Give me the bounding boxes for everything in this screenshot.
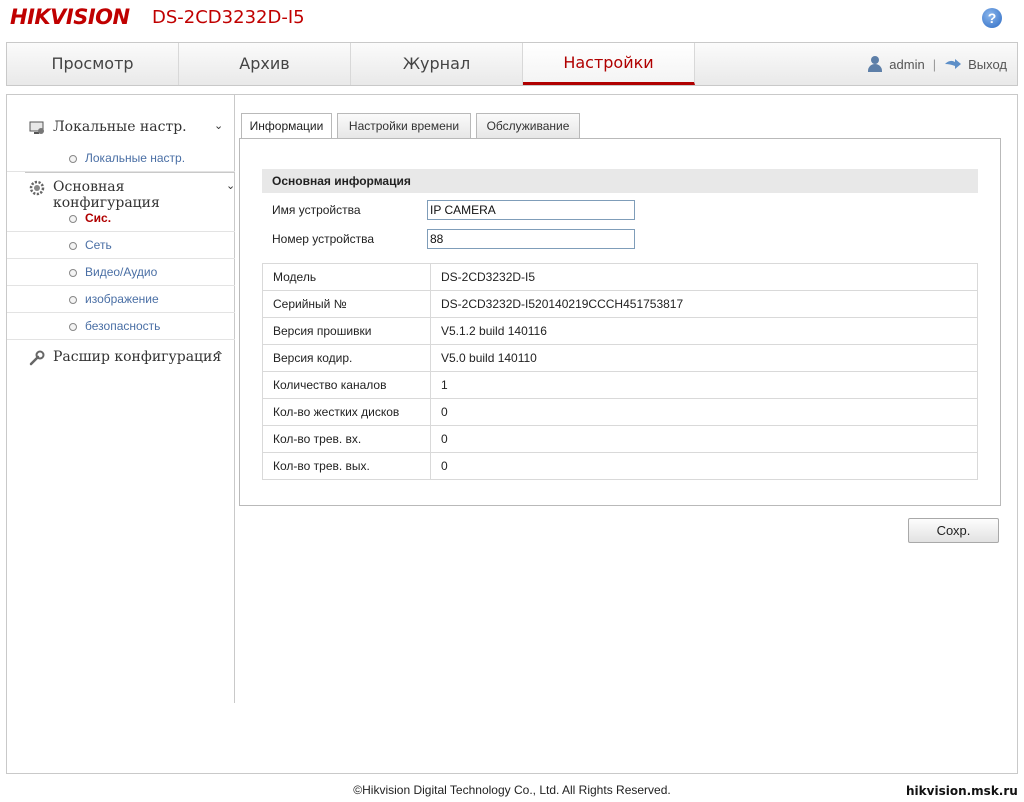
sidebar-group-advanced-config[interactable]: Расшир конфигурация ^ [7, 343, 235, 373]
device-name-label: Имя устройства [272, 203, 361, 217]
sidebar-item-security[interactable]: безопасность [7, 313, 235, 340]
user-icon [867, 56, 883, 72]
logout-link[interactable]: Выход [968, 57, 1007, 72]
sidebar-group-local[interactable]: Локальные настр. ⌄ [7, 113, 235, 143]
sidebar-item-label: безопасность [85, 319, 161, 333]
help-icon[interactable]: ? [982, 8, 1002, 28]
nav-tab-settings[interactable]: Настройки [523, 43, 695, 85]
main-content: Локальные настр. ⌄ Локальные настр. Осно… [6, 94, 1018, 774]
sidebar-item-label: изображение [85, 292, 159, 306]
wrench-icon [29, 350, 45, 366]
chevron-down-icon[interactable]: ⌄ [226, 179, 235, 192]
info-key: Кол-во жестких дисков [262, 398, 431, 426]
device-model-title: DS-2CD3232D-I5 [152, 7, 305, 28]
table-row: Серийный № DS-2CD3232D-I520140219CCCH4517… [262, 290, 978, 318]
info-value: V5.1.2 build 140116 [430, 317, 978, 345]
info-key: Модель [262, 263, 431, 291]
bullet-icon [69, 215, 77, 223]
sidebar-group-basic-config[interactable]: Основная конфигурация ⌄ [7, 173, 235, 211]
bullet-icon [69, 269, 77, 277]
nav-tab-archive[interactable]: Архив [179, 43, 351, 85]
device-name-input[interactable] [427, 200, 635, 220]
watermark: hikvision.msk.ru [906, 784, 1018, 798]
user-area: admin | Выход [867, 56, 1007, 72]
table-row: Версия прошивки V5.1.2 build 140116 [262, 317, 978, 345]
info-key: Версия кодир. [262, 344, 431, 372]
save-button[interactable]: Сохр. [908, 518, 999, 543]
info-value: 0 [430, 398, 978, 426]
info-key: Версия прошивки [262, 317, 431, 345]
table-row: Модель DS-2CD3232D-I5 [262, 263, 978, 291]
bullet-icon [69, 296, 77, 304]
monitor-icon [29, 120, 45, 136]
chevron-down-icon[interactable]: ⌄ [214, 119, 223, 132]
info-key: Кол-во трев. вх. [262, 425, 431, 453]
tab-maintenance[interactable]: Обслуживание [476, 113, 580, 139]
section-title: Основная информация [262, 169, 978, 193]
sidebar-group-label: Локальные настр. [53, 119, 187, 135]
table-row: Количество каналов 1 [262, 371, 978, 399]
sidebar-item-system[interactable]: Сис. [7, 205, 235, 232]
table-row: Кол-во трев. вых. 0 [262, 452, 978, 480]
brand-logo: HIKVISION [10, 5, 130, 29]
sidebar-item-local-settings[interactable]: Локальные настр. [7, 145, 235, 172]
info-value: 0 [430, 425, 978, 453]
sidebar-item-image[interactable]: изображение [7, 286, 235, 313]
sidebar-item-label: Видео/Аудио [85, 265, 158, 279]
table-row: Кол-во жестких дисков 0 [262, 398, 978, 426]
info-value: DS-2CD3232D-I5 [430, 263, 978, 291]
tab-information[interactable]: Информации [241, 113, 332, 141]
sidebar: Локальные настр. ⌄ Локальные настр. Осно… [7, 95, 235, 703]
bullet-icon [69, 155, 77, 163]
nav-tab-preview[interactable]: Просмотр [7, 43, 179, 85]
sidebar-item-label: Сеть [85, 238, 112, 252]
info-value: V5.0 build 140110 [430, 344, 978, 372]
info-value: DS-2CD3232D-I520140219CCCH451753817 [430, 290, 978, 318]
device-info-table: Модель DS-2CD3232D-I5 Серийный № DS-2CD323… [262, 263, 978, 480]
username: admin [889, 56, 925, 72]
device-number-input[interactable] [427, 229, 635, 249]
table-row: Кол-во трев. вх. 0 [262, 425, 978, 453]
bullet-icon [69, 323, 77, 331]
nav-separator: | [932, 56, 937, 72]
sidebar-item-label: Локальные настр. [85, 151, 186, 165]
bullet-icon [69, 242, 77, 250]
sidebar-group-label: Расшир конфигурация [53, 349, 222, 365]
info-value: 1 [430, 371, 978, 399]
tab-time-settings[interactable]: Настройки времени [337, 113, 471, 139]
logout-icon[interactable] [944, 58, 962, 70]
info-key: Кол-во трев. вых. [262, 452, 431, 480]
info-value: 0 [430, 452, 978, 480]
info-key: Количество каналов [262, 371, 431, 399]
device-number-label: Номер устройства [272, 232, 375, 246]
nav-tab-log[interactable]: Журнал [351, 43, 523, 85]
chevron-up-icon[interactable]: ^ [214, 349, 223, 362]
sidebar-item-network[interactable]: Сеть [7, 232, 235, 259]
table-row: Версия кодир. V5.0 build 140110 [262, 344, 978, 372]
gear-icon [29, 180, 45, 196]
main-nav: Просмотр Архив Журнал Настройки admin | … [6, 42, 1018, 86]
sidebar-item-video-audio[interactable]: Видео/Аудио [7, 259, 235, 286]
footer-copyright: ©Hikvision Digital Technology Co., Ltd. … [353, 783, 671, 797]
info-key: Серийный № [262, 290, 431, 318]
sidebar-item-label: Сис. [85, 211, 112, 225]
info-panel: Основная информация Имя устройства Номер… [239, 138, 1001, 506]
